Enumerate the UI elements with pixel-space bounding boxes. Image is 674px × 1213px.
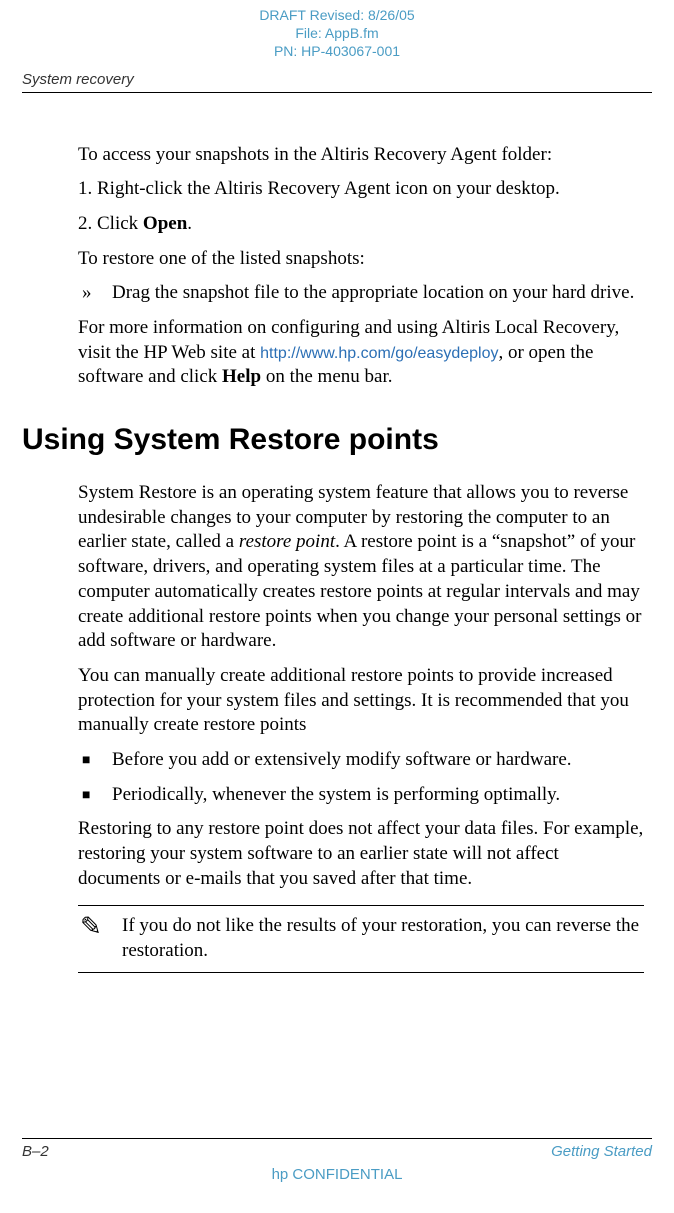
running-header: System recovery <box>0 71 674 88</box>
section-heading: Using System Restore points <box>22 420 644 459</box>
pencil-note-icon: ✎ <box>78 914 122 963</box>
footer-title: Getting Started <box>551 1143 652 1160</box>
open-label: Open <box>143 213 187 234</box>
draft-header: DRAFT Revised: 8/26/05 File: AppB.fm PN:… <box>0 0 674 61</box>
list-text: Right-click the Altiris Recovery Agent i… <box>97 178 560 199</box>
list-number: 2. <box>78 213 97 234</box>
page-content: To access your snapshots in the Altiris … <box>0 93 674 973</box>
info-paragraph: For more information on configuring and … <box>78 316 644 390</box>
note-text: If you do not like the results of your r… <box>122 914 644 963</box>
footer-rule <box>22 1138 652 1139</box>
square-list-item-1: ■ Before you add or extensively modify s… <box>78 748 644 773</box>
confidential-label: hp CONFIDENTIAL <box>22 1166 652 1183</box>
ordered-item-2: 2. Click Open. <box>78 212 644 237</box>
draft-line-2: File: AppB.fm <box>0 24 674 42</box>
page-number: B–2 <box>22 1143 49 1160</box>
easydeploy-link[interactable]: http://www.hp.com/go/easydeploy <box>260 345 498 362</box>
restore-paragraph-3: Restoring to any restore point does not … <box>78 817 644 891</box>
restore-paragraph-2: You can manually create additional resto… <box>78 664 644 738</box>
info-text-c: on the menu bar. <box>261 366 392 387</box>
ordered-item-1: 1. Right-click the Altiris Recovery Agen… <box>78 177 644 202</box>
arrow-bullet-icon: » <box>78 281 112 306</box>
square-item-text: Periodically, whenever the system is per… <box>112 783 560 808</box>
note-block: ✎ If you do not like the results of your… <box>78 905 644 972</box>
intro-paragraph-2: To restore one of the listed snapshots: <box>78 247 644 272</box>
arrow-item-text: Drag the snapshot file to the appropriat… <box>112 281 634 306</box>
arrow-list-item: » Drag the snapshot file to the appropri… <box>78 281 644 306</box>
restore-paragraph-1: System Restore is an operating system fe… <box>78 481 644 654</box>
help-label: Help <box>222 366 261 387</box>
draft-line-3: PN: HP-403067-001 <box>0 42 674 60</box>
square-bullet-icon: ■ <box>78 783 112 808</box>
page-footer: B–2 Getting Started hp CONFIDENTIAL <box>22 1138 652 1183</box>
list-text-b: . <box>187 213 192 234</box>
intro-paragraph-1: To access your snapshots in the Altiris … <box>78 143 644 168</box>
list-text-a: Click <box>97 213 143 234</box>
square-bullet-icon: ■ <box>78 748 112 773</box>
square-item-text: Before you add or extensively modify sof… <box>112 748 572 773</box>
draft-line-1: DRAFT Revised: 8/26/05 <box>0 6 674 24</box>
square-list-item-2: ■ Periodically, whenever the system is p… <box>78 783 644 808</box>
list-number: 1. <box>78 178 97 199</box>
restore-point-term: restore point <box>239 531 335 552</box>
